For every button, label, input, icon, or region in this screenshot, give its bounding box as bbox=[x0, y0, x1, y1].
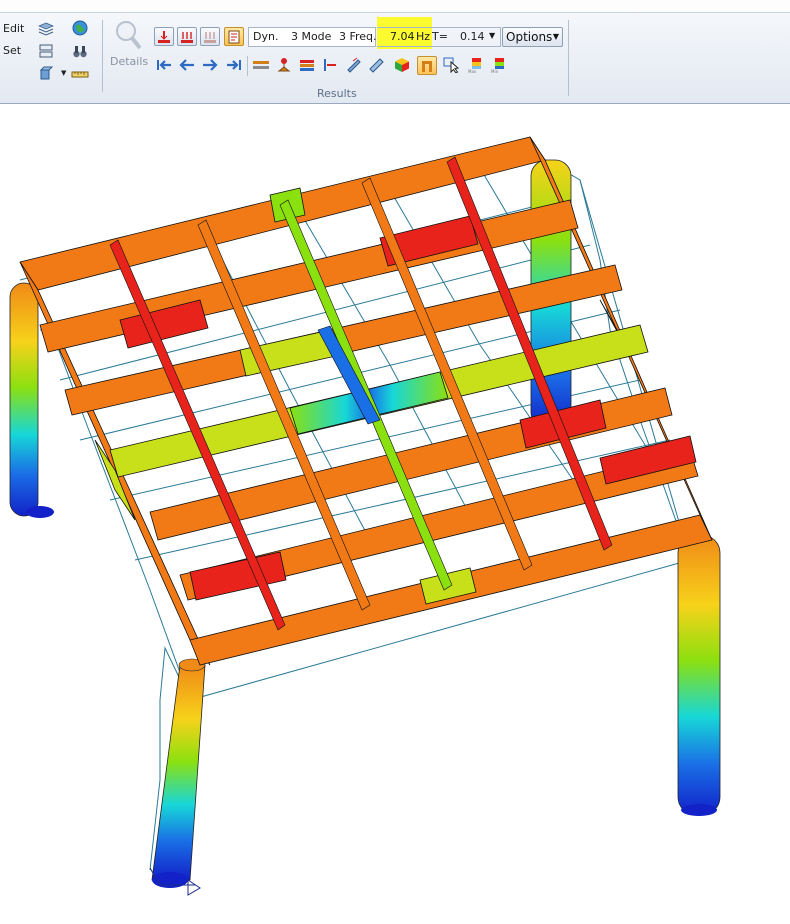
set-menu[interactable]: Set bbox=[3, 44, 21, 57]
layers-icon[interactable] bbox=[297, 56, 317, 74]
select-icon[interactable] bbox=[442, 56, 462, 74]
member-icon[interactable] bbox=[320, 56, 340, 74]
freq-value[interactable]: 3 bbox=[339, 30, 346, 43]
box-dropdown-arrow[interactable]: ▼ bbox=[61, 69, 66, 77]
animation-icon[interactable] bbox=[224, 27, 244, 46]
ribbon-toolbar: Edit Set ▼ Details Dyn. 3 Mode 3 Freq.= … bbox=[0, 0, 790, 104]
column-base bbox=[681, 804, 717, 816]
globe-icon[interactable] bbox=[70, 19, 90, 37]
beam-row-5-max bbox=[189, 551, 287, 601]
options-dropdown[interactable]: Options ▼ bbox=[502, 27, 563, 47]
max-scale-icon[interactable]: Max bbox=[467, 56, 487, 74]
options-label: Options bbox=[506, 30, 553, 44]
row-separator bbox=[247, 56, 248, 76]
results-group-label: Results bbox=[317, 87, 357, 100]
next-icon[interactable] bbox=[200, 56, 220, 74]
column-front-left bbox=[9, 282, 39, 517]
ribbon-separator-right bbox=[568, 20, 569, 96]
frequency-field: 7.04 Hz T= 0.14 ▼ bbox=[377, 27, 501, 47]
frequency-unit: Hz bbox=[416, 30, 431, 43]
min-scale-icon[interactable]: Min bbox=[490, 56, 510, 74]
binoculars-icon[interactable] bbox=[70, 42, 90, 60]
deformation-icon[interactable] bbox=[154, 27, 174, 46]
frequency-value: 7.04 bbox=[390, 30, 415, 43]
active-frame-icon[interactable] bbox=[417, 56, 437, 75]
t-label: T= bbox=[432, 30, 448, 43]
ribbon-top-strip bbox=[0, 0, 790, 13]
multi-deformation-icon[interactable] bbox=[177, 27, 197, 46]
last-icon[interactable] bbox=[224, 56, 244, 74]
layers-stack-icon[interactable] bbox=[36, 20, 56, 38]
first-icon[interactable] bbox=[154, 56, 174, 74]
beam-icon[interactable] bbox=[343, 56, 363, 74]
svg-text:Min: Min bbox=[491, 69, 499, 73]
ribbon-separator bbox=[102, 20, 103, 92]
column-base bbox=[26, 506, 54, 518]
section-icon[interactable] bbox=[251, 56, 271, 74]
model-viewport[interactable] bbox=[0, 104, 790, 924]
previous-icon[interactable] bbox=[177, 56, 197, 74]
box-icon[interactable] bbox=[36, 64, 56, 82]
t-dropdown-arrow[interactable]: ▼ bbox=[489, 27, 495, 45]
edit-menu[interactable]: Edit bbox=[3, 22, 24, 35]
ruler-icon[interactable] bbox=[70, 64, 90, 82]
options-dropdown-arrow: ▼ bbox=[552, 32, 559, 41]
svg-text:Max: Max bbox=[468, 69, 477, 73]
support-icon[interactable] bbox=[274, 56, 294, 74]
surface-icon[interactable] bbox=[366, 56, 386, 74]
mode-label: Mode bbox=[301, 30, 332, 43]
dyn-label: Dyn. bbox=[253, 30, 279, 43]
t-value: 0.14 bbox=[460, 30, 485, 43]
mode-value[interactable]: 3 bbox=[291, 30, 298, 43]
details-label[interactable]: Details bbox=[110, 55, 148, 68]
mode-field: Dyn. 3 Mode 3 Freq.= bbox=[248, 27, 386, 47]
grid-deformation-icon[interactable] bbox=[200, 27, 220, 46]
details-magnifier-icon[interactable] bbox=[112, 18, 144, 52]
cube-color-icon[interactable] bbox=[392, 56, 412, 74]
view-icon[interactable] bbox=[36, 42, 56, 60]
column-back-right bbox=[677, 534, 721, 816]
